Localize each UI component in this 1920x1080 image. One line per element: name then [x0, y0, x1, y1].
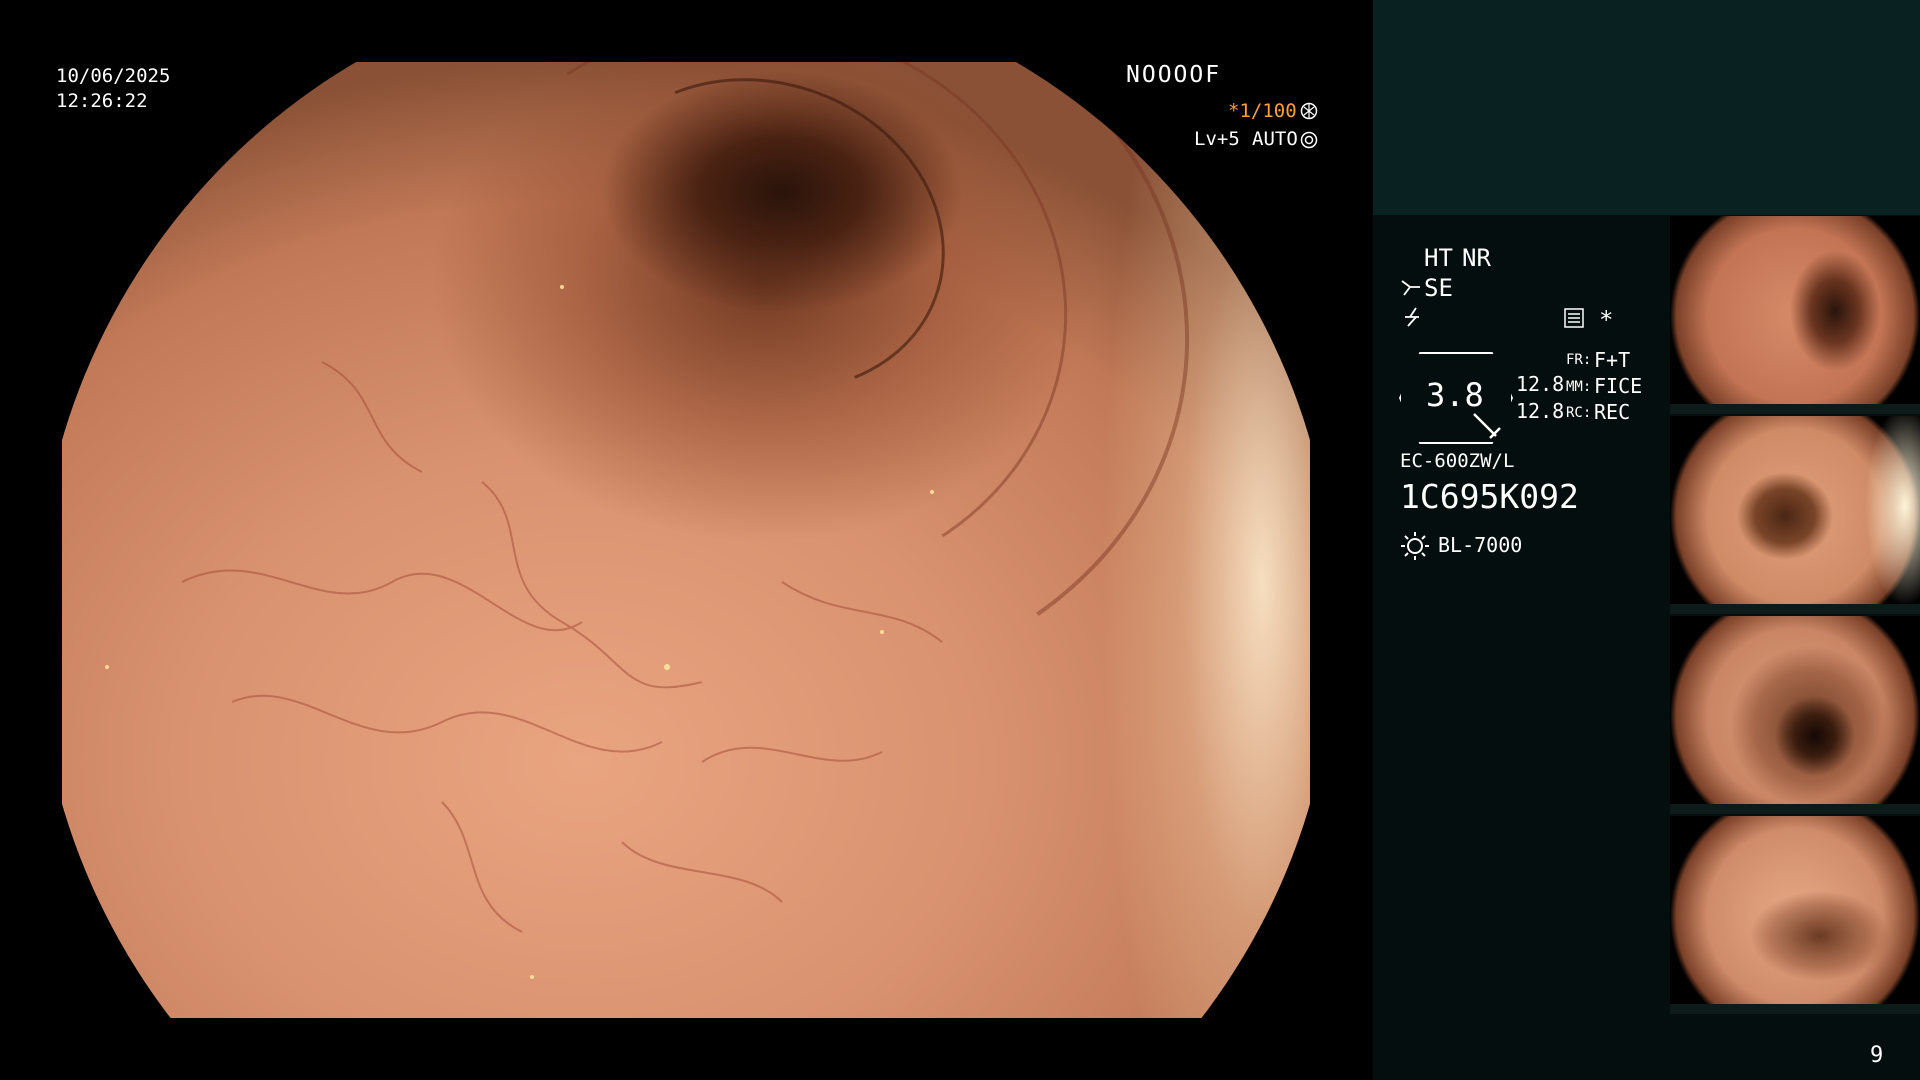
thumbnail-bar [1670, 404, 1920, 414]
panel-header [1373, 0, 1920, 215]
thumbnail-bar [1670, 804, 1920, 814]
shutter-icon [1300, 102, 1318, 120]
thumbnail-bar [1670, 1004, 1920, 1014]
shutter-label: *1/100 [1228, 100, 1297, 122]
zoom-value: 3.8 [1426, 376, 1484, 414]
rc-value: REC [1594, 400, 1631, 424]
level-label: Lv+5 [1194, 128, 1240, 150]
nr-label: NR [1462, 244, 1491, 272]
thumbnail-4[interactable] [1670, 816, 1920, 1014]
page-number: 9 [1870, 1043, 1884, 1068]
magnifier-handle-icon [1473, 413, 1501, 439]
mm-label: MM: [1566, 379, 1592, 395]
vessel-pattern [105, 285, 943, 979]
thumbnail-bar [1670, 604, 1920, 614]
value-1: 12.8 [1516, 372, 1565, 396]
se-label: SE [1424, 274, 1453, 302]
rc-label: RC: [1566, 405, 1592, 421]
endoscope-image [62, 62, 1310, 1018]
grid-icon [1564, 308, 1584, 328]
mm-value: FICE [1594, 374, 1643, 398]
fr-value: F+T [1594, 348, 1631, 372]
mode-label: AUTO [1252, 128, 1298, 150]
auto-iris-icon [1300, 131, 1318, 149]
asterisk-icon: * [1599, 306, 1614, 334]
flash-icon [1405, 307, 1419, 327]
patient-code: NOOOOF [1126, 62, 1222, 88]
date-label: 10/06/2025 [56, 65, 171, 87]
thumbnail-1[interactable] [1670, 216, 1920, 414]
scope-model: EC-600ZW/L [1400, 450, 1515, 472]
lamp-icon [1401, 532, 1429, 560]
ht-label: HT [1424, 244, 1453, 272]
light-source: BL-7000 [1438, 533, 1523, 557]
thumbnail-2[interactable] [1670, 416, 1920, 614]
thumbnail-3[interactable] [1670, 616, 1920, 814]
fr-label: FR: [1566, 352, 1592, 368]
time-label: 12:26:22 [56, 90, 148, 112]
scissors-icon [1401, 280, 1420, 296]
value-2: 12.8 [1516, 399, 1565, 423]
scope-serial: 1C695K092 [1400, 477, 1579, 516]
